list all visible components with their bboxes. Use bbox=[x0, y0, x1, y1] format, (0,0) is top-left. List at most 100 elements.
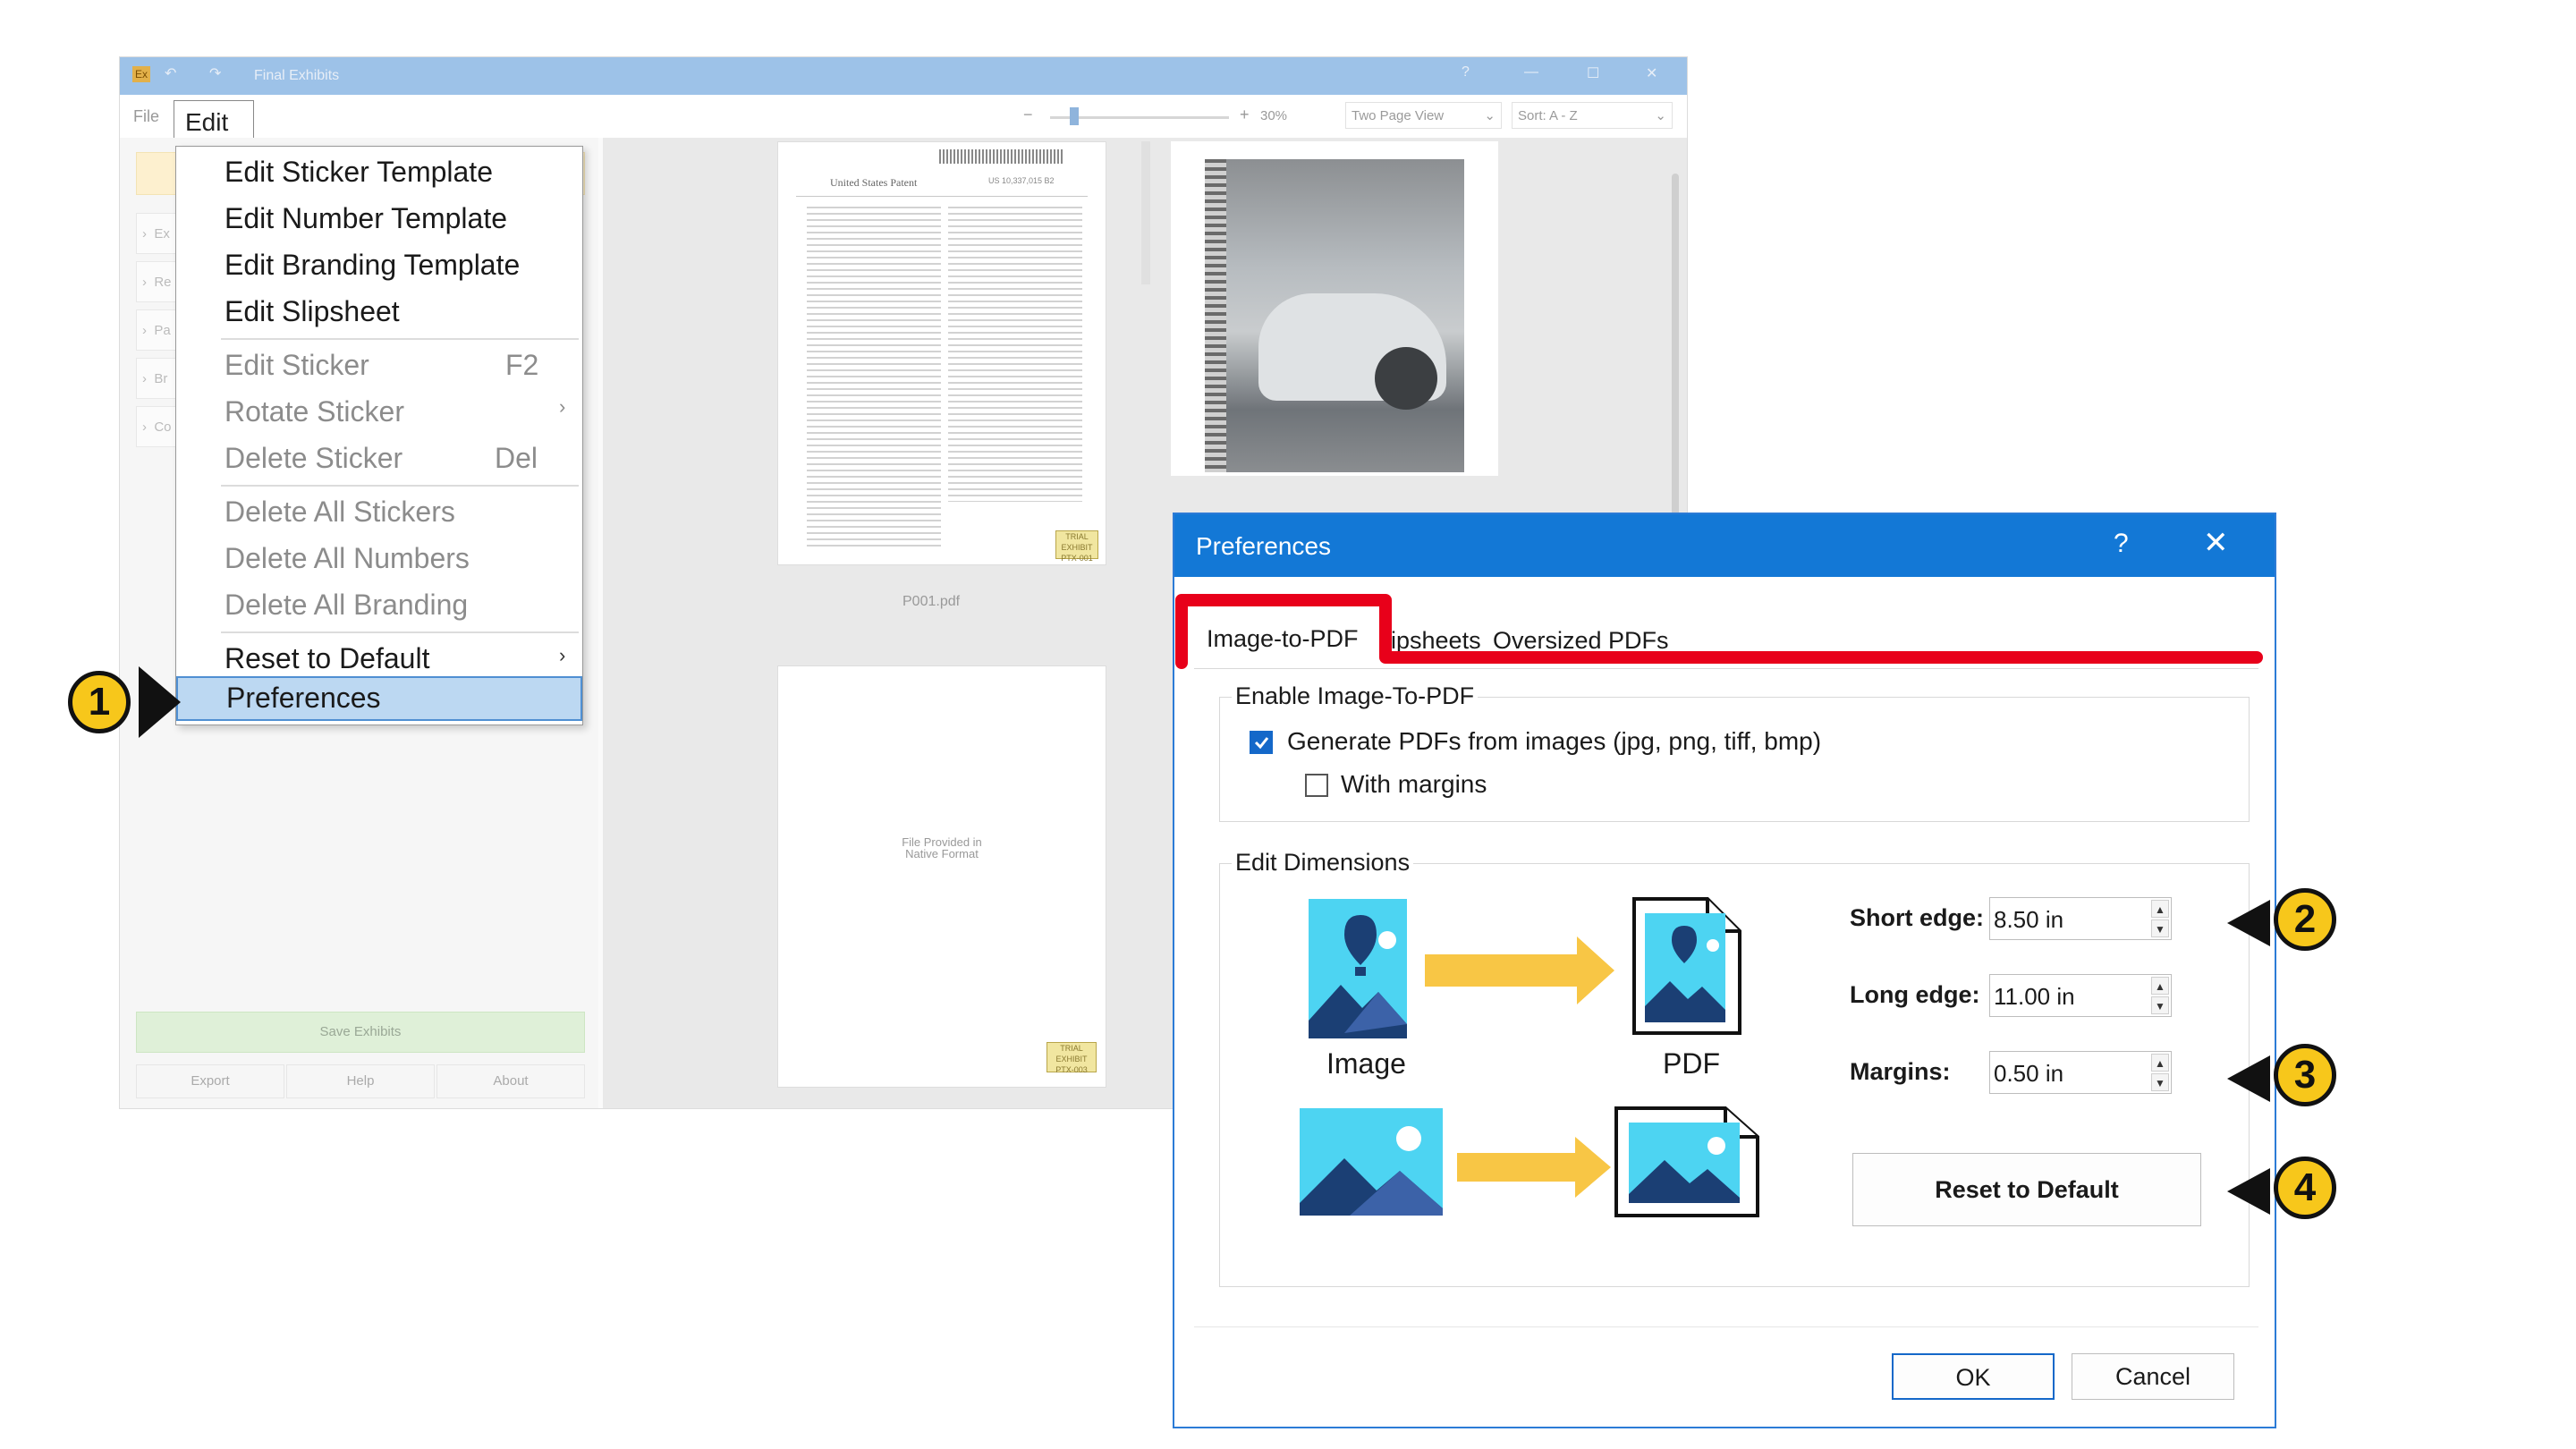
maximize-icon[interactable]: ☐ bbox=[1587, 64, 1599, 82]
car-wheel bbox=[1375, 347, 1437, 410]
decrement-arrow-icon[interactable]: ▼ bbox=[2151, 996, 2169, 1014]
native-placeholder-page[interactable]: File Provided in Native Format TRIAL EXH… bbox=[777, 665, 1106, 1088]
margins-input[interactable] bbox=[1990, 1052, 2148, 1095]
close-icon[interactable]: ✕ bbox=[1646, 64, 1657, 82]
about-button[interactable]: About bbox=[436, 1064, 585, 1098]
minimize-icon[interactable]: — bbox=[1524, 64, 1538, 80]
sidebar-item-label: Pa bbox=[154, 323, 171, 338]
menu-item-reset-to-default[interactable]: Reset to Default bbox=[225, 642, 429, 675]
menu-separator bbox=[221, 338, 579, 340]
callout-2: 2 bbox=[2274, 888, 2336, 951]
shortcut-del: Del bbox=[495, 442, 538, 474]
increment-arrow-icon[interactable]: ▲ bbox=[2151, 900, 2169, 918]
page-divider-scrollbar[interactable] bbox=[1141, 141, 1150, 284]
undo-icon[interactable]: ↶ bbox=[165, 64, 176, 82]
long-edge-stepper[interactable]: ▲ ▼ bbox=[1989, 974, 2172, 1018]
sidebar-item-label: Ex bbox=[154, 226, 170, 242]
callout-pointer bbox=[2227, 1055, 2270, 1102]
tab-highlight-annotation bbox=[1175, 594, 2263, 669]
native-format-text: File Provided in Native Format bbox=[902, 835, 982, 860]
zoom-out-icon[interactable]: − bbox=[1023, 106, 1033, 124]
sidebar-item-label: Co bbox=[154, 419, 172, 435]
zoom-slider-thumb[interactable] bbox=[1070, 107, 1079, 125]
with-margins-label: With margins bbox=[1341, 770, 1487, 798]
chevron-down-icon: ⌄ bbox=[1484, 108, 1496, 123]
long-edge-input[interactable] bbox=[1990, 975, 2148, 1018]
generate-pdfs-label: Generate PDFs from images (jpg, png, tif… bbox=[1287, 727, 1822, 755]
reset-to-default-button[interactable]: Reset to Default bbox=[1852, 1153, 2201, 1226]
sticker-number: PTX-003 bbox=[1055, 1065, 1088, 1074]
patent-text-column bbox=[807, 207, 941, 547]
view-mode-value: Two Page View bbox=[1352, 108, 1445, 123]
with-margins-checkbox[interactable] bbox=[1305, 774, 1328, 797]
dialog-title-bar: Preferences ? ✕ bbox=[1174, 514, 2275, 577]
exhibit-sticker[interactable]: TRIAL EXHIBIT PTX-003 bbox=[1046, 1042, 1097, 1074]
short-edge-label: Short edge: bbox=[1850, 904, 1985, 931]
chevron-down-icon: ⌄ bbox=[1655, 108, 1666, 123]
callout-pointer bbox=[139, 666, 181, 738]
menu-item-preferences[interactable]: Preferences bbox=[176, 676, 582, 721]
decrement-arrow-icon[interactable]: ▼ bbox=[2151, 1073, 2169, 1091]
photo-page[interactable] bbox=[1171, 141, 1498, 476]
landscape-pdf-icon bbox=[1614, 1106, 1759, 1217]
help-icon[interactable]: ? bbox=[1462, 64, 1470, 80]
ok-button[interactable]: OK bbox=[1892, 1353, 2055, 1400]
margins-stepper[interactable]: ▲ ▼ bbox=[1989, 1051, 2172, 1095]
short-edge-stepper[interactable]: ▲ ▼ bbox=[1989, 897, 2172, 941]
footer-divider bbox=[1194, 1326, 2258, 1327]
menu-item-edit-branding-template[interactable]: Edit Branding Template bbox=[225, 249, 520, 282]
increment-arrow-icon[interactable]: ▲ bbox=[2151, 1054, 2169, 1072]
callout-3: 3 bbox=[2274, 1044, 2336, 1106]
enable-image-to-pdf-group bbox=[1219, 697, 2250, 822]
menu-item-rotate-sticker[interactable]: Rotate Sticker bbox=[225, 395, 404, 428]
submenu-arrow-icon: › bbox=[559, 644, 566, 666]
image-icon bbox=[1309, 899, 1407, 1038]
save-exhibits-button[interactable]: Save Exhibits bbox=[136, 1012, 585, 1053]
menu-item-delete-all-numbers[interactable]: Delete All Numbers bbox=[225, 542, 470, 575]
increment-arrow-icon[interactable]: ▲ bbox=[2151, 977, 2169, 995]
pdf-icon bbox=[1632, 897, 1741, 1035]
long-edge-label: Long edge: bbox=[1850, 981, 1980, 1008]
callout-pointer bbox=[2227, 1168, 2270, 1215]
patent-title: United States Patent bbox=[830, 176, 918, 189]
patent-number: US 10,337,015 B2 bbox=[988, 176, 1055, 185]
menu-item-delete-all-branding[interactable]: Delete All Branding bbox=[225, 589, 468, 622]
view-mode-select[interactable]: Two Page View ⌄ bbox=[1345, 102, 1502, 129]
generate-pdfs-checkbox[interactable] bbox=[1250, 731, 1273, 754]
title-bar: Ex ↶ ↷ Final Exhibits ? — ☐ ✕ bbox=[120, 57, 1687, 95]
sort-select[interactable]: Sort: A - Z ⌄ bbox=[1512, 102, 1673, 129]
menu-item-edit-number-template[interactable]: Edit Number Template bbox=[225, 202, 507, 235]
shortcut-f2: F2 bbox=[505, 349, 539, 381]
menu-item-delete-sticker[interactable]: Delete Sticker bbox=[225, 442, 402, 475]
window-title: Final Exhibits bbox=[254, 68, 340, 83]
landscape-image-icon bbox=[1300, 1108, 1443, 1216]
file-menu[interactable]: File bbox=[133, 107, 159, 126]
image-caption: Image bbox=[1326, 1047, 1406, 1080]
help-button[interactable]: Help bbox=[286, 1064, 435, 1098]
sticker-number: PTX-001 bbox=[1061, 554, 1093, 563]
short-edge-input[interactable] bbox=[1990, 898, 2148, 941]
export-button[interactable]: Export bbox=[136, 1064, 284, 1098]
close-icon[interactable]: ✕ bbox=[2203, 525, 2229, 561]
help-icon[interactable]: ? bbox=[2114, 529, 2129, 559]
edit-dropdown-menu: Edit Sticker Template Edit Number Templa… bbox=[175, 146, 583, 725]
enable-image-to-pdf-label: Enable Image-To-PDF bbox=[1232, 682, 1479, 710]
zoom-in-icon[interactable]: + bbox=[1240, 106, 1250, 124]
redo-icon[interactable]: ↷ bbox=[209, 64, 221, 82]
callout-4: 4 bbox=[2274, 1157, 2336, 1219]
menu-item-edit-sticker[interactable]: Edit Sticker bbox=[225, 349, 369, 382]
exhibit-sticker[interactable]: TRIAL EXHIBIT PTX-001 bbox=[1055, 530, 1098, 563]
menu-item-preferences-label: Preferences bbox=[226, 682, 381, 714]
sticker-label: TRIAL EXHIBIT bbox=[1061, 532, 1093, 552]
document-filename: P001.pdf bbox=[902, 594, 961, 609]
menu-item-edit-slipsheet[interactable]: Edit Slipsheet bbox=[225, 295, 400, 328]
sticker-label: TRIAL EXHIBIT bbox=[1055, 1044, 1088, 1063]
patent-page[interactable]: United States Patent US 10,337,015 B2 TR… bbox=[777, 141, 1106, 565]
menu-item-edit-sticker-template[interactable]: Edit Sticker Template bbox=[225, 156, 493, 189]
callout-pointer bbox=[2227, 900, 2270, 946]
menu-item-delete-all-stickers[interactable]: Delete All Stickers bbox=[225, 496, 455, 529]
sidebar-item-label: Re bbox=[154, 275, 172, 290]
zoom-level: 30% bbox=[1260, 108, 1288, 123]
decrement-arrow-icon[interactable]: ▼ bbox=[2151, 919, 2169, 937]
cancel-button[interactable]: Cancel bbox=[2072, 1353, 2234, 1400]
